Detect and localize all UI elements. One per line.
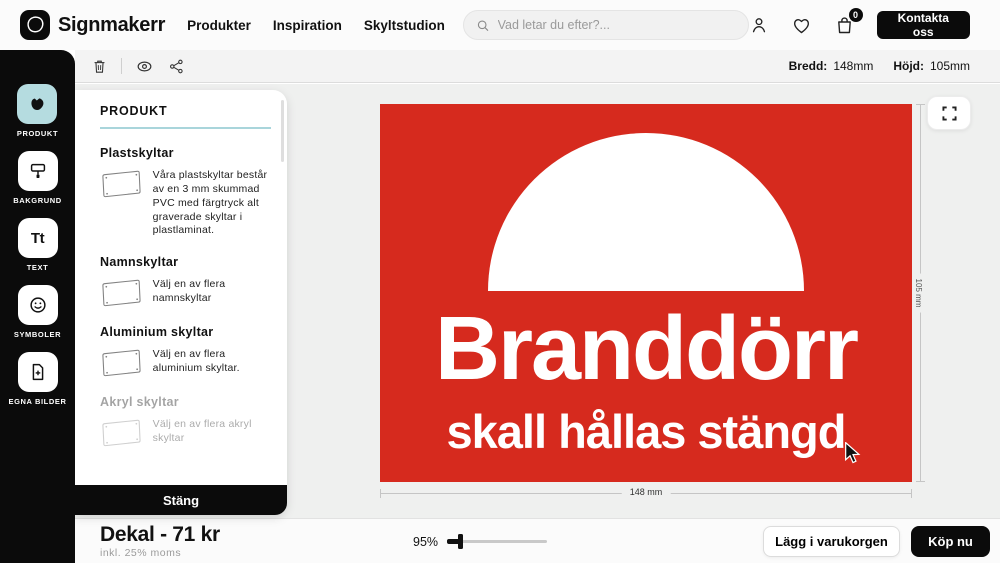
zoom-control: 95% [413,519,547,563]
nav-inspiration[interactable]: Inspiration [273,18,342,33]
buy-now-button[interactable]: Köp nu [911,526,990,557]
sidebar-item-egna-bilder[interactable]: EGNA BILDER [9,352,67,406]
panel-title: PRODUKT [100,104,271,129]
fullscreen-icon [942,106,957,121]
sidebar-item-bakgrund[interactable]: BAKGRUND [13,151,62,205]
sidebar-label: PRODUKT [17,129,58,138]
vat-note: inkl. 25% moms [100,547,220,559]
sign-thumbnail-icon [100,418,143,448]
text-icon: Tt [31,230,44,247]
product-option-title: Aluminium skyltar [100,325,271,339]
height-dimension-line: 105 mm [920,104,921,482]
main-nav: Produkter Inspiration Skyltstudion [187,18,445,33]
fullscreen-button[interactable] [927,96,971,130]
product-option-title: Akryl skyltar [100,395,271,409]
width-dimension-label: 148 mm [622,487,671,497]
product-option-desc: Välj en av flera aluminium skyltar. [153,348,271,376]
width-dimension-line: 148 mm [380,493,912,494]
share-button[interactable] [168,58,185,75]
size-readout: Bredd: 148mm Höjd: 105mm [789,59,1000,73]
height-label: Höjd: [893,59,924,73]
top-bar: Signmakerr Produkter Inspiration Skyltst… [0,0,1000,50]
delete-button[interactable] [91,58,108,75]
paint-roller-icon [27,160,49,182]
width-label: Bredd: [789,59,828,73]
cart-count-badge: 0 [849,8,863,22]
product-panel: PRODUKT Plastskyltar Våra plastskyltar b… [75,90,287,515]
product-option-plastskyltar[interactable]: Plastskyltar Våra plastskyltar består av… [100,146,271,238]
nav-skyltstudion[interactable]: Skyltstudion [364,18,445,33]
product-option-desc: Välj en av flera namnskyltar [153,278,271,306]
file-plus-icon [27,361,49,383]
canvas-toolbar: Bredd: 148mm Höjd: 105mm [75,50,1000,83]
zoom-value: 95% [413,535,438,549]
add-to-cart-button[interactable]: Lägg i varukorgen [763,526,900,557]
pebble-logo-icon [24,14,46,36]
sign-thumbnail-icon [100,348,143,378]
zoom-slider-handle[interactable] [458,534,463,549]
sidebar-label: BAKGRUND [13,196,62,205]
sidebar-item-produkt[interactable]: PRODUKT [17,84,58,138]
product-option-akryl[interactable]: Akryl skyltar Välj en av flera akryl sky… [100,395,271,448]
account-button[interactable] [749,15,769,35]
sign-text-line2[interactable]: skall hållas stängd [380,408,912,455]
height-value: 105mm [930,59,970,73]
preview-button[interactable] [135,57,154,76]
brand-logo[interactable] [20,10,50,40]
cart-button[interactable]: 0 [834,15,855,36]
price-text: Dekal - 71 kr [100,523,220,547]
brand-name[interactable]: Signmakerr [58,14,165,37]
toolbar-divider [121,58,122,74]
sign-text-line1[interactable]: Branddörr [380,304,912,394]
search-bar[interactable] [463,10,749,40]
share-icon [168,58,185,75]
sign-thumbnail-icon [100,278,143,308]
sign-dome-shape [488,133,804,291]
product-panel-content: PRODUKT Plastskyltar Våra plastskyltar b… [75,90,287,485]
sidebar-label: EGNA BILDER [9,397,67,406]
price-block: Dekal - 71 kr inkl. 25% moms [100,523,220,559]
product-option-aluminium[interactable]: Aluminium skyltar Välj en av flera alumi… [100,325,271,378]
contact-button[interactable]: Kontakta oss [877,11,970,39]
editor-main-area: PRODUKT Plastskyltar Våra plastskyltar b… [75,84,1000,518]
search-icon [476,18,490,33]
bottom-bar: Dekal - 71 kr inkl. 25% moms 95% Lägg i … [75,518,1000,563]
smiley-icon [27,294,49,316]
product-option-title: Namnskyltar [100,255,271,269]
nav-produkter[interactable]: Produkter [187,18,251,33]
trash-icon [91,58,108,75]
sidebar-item-symboler[interactable]: SYMBOLER [14,285,61,339]
height-dimension-label: 105 mm [914,274,923,313]
mouse-cursor [843,442,863,464]
checkout-buttons: Lägg i varukorgen Köp nu [763,526,990,557]
product-option-desc: Våra plastskyltar består av en 3 mm skum… [153,169,271,238]
close-panel-button[interactable]: Stäng [75,485,287,515]
zoom-slider[interactable] [447,533,547,550]
heart-icon [791,15,812,36]
sidebar-label: TEXT [27,263,49,272]
sidebar-item-text[interactable]: Tt TEXT [18,218,58,272]
favorites-button[interactable] [791,15,812,36]
product-option-namnskyltar[interactable]: Namnskyltar Välj en av flera namnskyltar [100,255,271,308]
sign-thumbnail-icon [100,169,143,199]
user-icon [749,15,769,35]
width-value: 148mm [833,59,873,73]
sign-canvas[interactable]: Branddörr skall hållas stängd [380,104,912,482]
panel-scrollbar[interactable] [281,100,284,162]
sidebar-label: SYMBOLER [14,330,61,339]
product-gem-icon [26,93,48,115]
product-option-title: Plastskyltar [100,146,271,160]
search-input[interactable] [498,18,736,32]
eye-icon [135,57,154,76]
product-option-desc: Välj en av flera akryl skyltar [153,418,271,446]
top-bar-icons: 0 [749,15,855,36]
tool-sidebar: PRODUKT BAKGRUND Tt TEXT SYMBOLER [0,50,75,563]
